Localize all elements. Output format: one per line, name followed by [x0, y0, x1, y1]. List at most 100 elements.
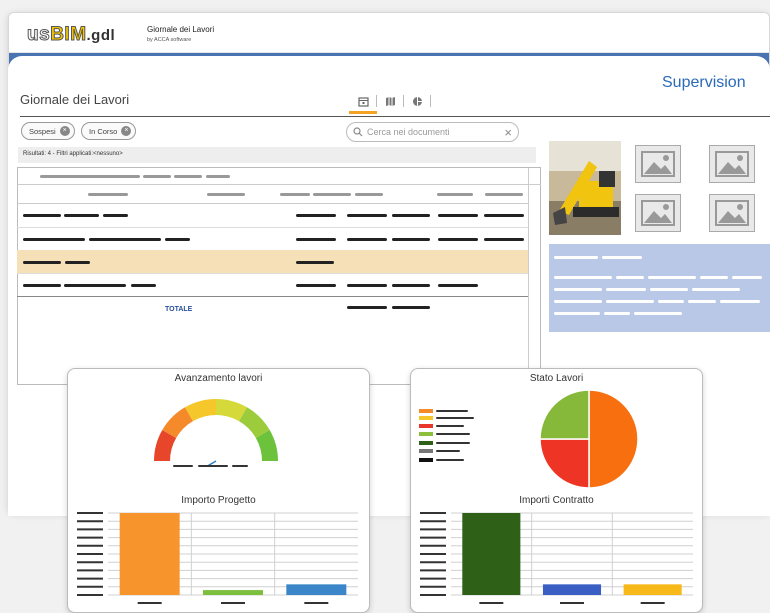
text-line: [692, 288, 740, 291]
cell-text: [165, 238, 190, 241]
chip-label: In Corso: [89, 126, 118, 136]
text-line: [554, 300, 602, 303]
brand-label: Giornale dei Lavori by ACCA software: [147, 25, 214, 45]
legend-label: [436, 459, 464, 461]
usbim-logo: usBIM.gdl: [26, 24, 116, 46]
column-header[interactable]: [355, 193, 383, 196]
table-scrollbar[interactable]: [528, 168, 529, 385]
tab-separator: [430, 95, 431, 107]
tab-separator: [376, 95, 377, 107]
legend-swatch: [419, 441, 433, 445]
legend-label: [436, 450, 460, 452]
cell-value: [438, 238, 478, 241]
total-value: [347, 306, 387, 309]
search-field[interactable]: Cerca nei documenti ×: [346, 122, 519, 142]
text-line: [658, 300, 684, 303]
text-line: [700, 276, 728, 279]
cell-text: [64, 284, 126, 287]
cell-text: [64, 214, 99, 217]
column-header[interactable]: [280, 193, 310, 196]
pie-slice: [539, 389, 590, 440]
cell-text: [89, 238, 161, 241]
gauge-legend: [198, 465, 228, 467]
column-header[interactable]: [207, 193, 245, 196]
importo-progetto-title: Importo Progetto: [181, 495, 256, 506]
tab-separator: [403, 95, 404, 107]
cell-value: [347, 238, 387, 241]
gauge-legend: [173, 465, 193, 467]
tab-calendar[interactable]: [352, 93, 374, 109]
calendar-icon: [357, 96, 369, 107]
bar: [462, 513, 521, 595]
search-placeholder: Cerca nei documenti: [367, 127, 450, 137]
bar: [623, 584, 682, 595]
legend-swatch: [419, 432, 433, 436]
cell-value: [347, 214, 387, 217]
group-header: [206, 175, 230, 178]
cell-value: [392, 284, 430, 287]
column-header[interactable]: [437, 193, 473, 196]
cell-value: [347, 284, 387, 287]
table-row-selected[interactable]: [17, 250, 528, 273]
close-icon[interactable]: ×: [59, 126, 70, 136]
row-separator: [17, 227, 528, 228]
results-bar: Risultati: 4 - Filtri applicati:<nessuno…: [18, 147, 536, 163]
text-line: [604, 312, 630, 315]
clear-search-icon[interactable]: ×: [504, 125, 512, 140]
text-line: [616, 276, 644, 279]
active-tab-indicator: [349, 111, 377, 114]
table-divider: [17, 203, 528, 204]
legend-label: [436, 442, 470, 444]
title-divider: [20, 116, 770, 117]
section-title: Supervision: [662, 74, 746, 91]
text-line: [606, 288, 646, 291]
top-bar: usBIM.gdl Giornale dei Lavori by ACCA so…: [9, 13, 769, 53]
cell-text: [65, 261, 90, 264]
total-label: TOTALE: [165, 306, 193, 313]
text-line: [606, 300, 654, 303]
bar: [119, 513, 180, 595]
image-placeholder[interactable]: [635, 145, 681, 183]
image-placeholder[interactable]: [709, 145, 755, 183]
cell-text: [23, 284, 61, 287]
image-placeholder[interactable]: [709, 194, 755, 232]
cell-value: [438, 284, 478, 287]
column-header[interactable]: [88, 193, 128, 196]
cell-text: [103, 214, 128, 217]
brand-sub: by ACCA software: [147, 37, 192, 43]
group-header: [174, 175, 202, 178]
column-header[interactable]: [485, 193, 523, 196]
filter-chip-sospesi[interactable]: Sospesi ×: [21, 122, 75, 140]
gauge-title: Avanzamento lavori: [174, 373, 263, 384]
legend-swatch: [419, 424, 433, 428]
total-separator: [17, 296, 528, 297]
group-header: [143, 175, 171, 178]
map-icon: [385, 96, 395, 106]
close-icon[interactable]: ×: [121, 126, 132, 136]
cell-text: [131, 284, 156, 287]
image-icon: [715, 151, 749, 177]
text-line: [554, 288, 602, 291]
filter-chip-in-corso[interactable]: In Corso ×: [81, 122, 137, 140]
cell-value: [484, 214, 524, 217]
stato-lavori-title: Stato Lavori: [529, 373, 584, 384]
legend-label: [436, 425, 464, 427]
column-header[interactable]: [313, 193, 351, 196]
text-line: [688, 300, 716, 303]
description-box: [549, 244, 770, 332]
tab-map[interactable]: [379, 93, 401, 109]
documents-table: [17, 167, 541, 385]
image-placeholder[interactable]: [635, 194, 681, 232]
cell-value: [296, 284, 336, 287]
cell-text: [23, 214, 61, 217]
legend-swatch: [419, 458, 433, 462]
group-header: [40, 175, 140, 178]
cell-value: [296, 238, 336, 241]
tab-charts[interactable]: [406, 93, 428, 109]
legend-swatch: [419, 416, 433, 420]
bar: [203, 590, 263, 595]
cell-value: [392, 238, 430, 241]
text-line: [648, 276, 696, 279]
site-photo[interactable]: [549, 141, 621, 235]
pie-slice: [588, 389, 639, 489]
